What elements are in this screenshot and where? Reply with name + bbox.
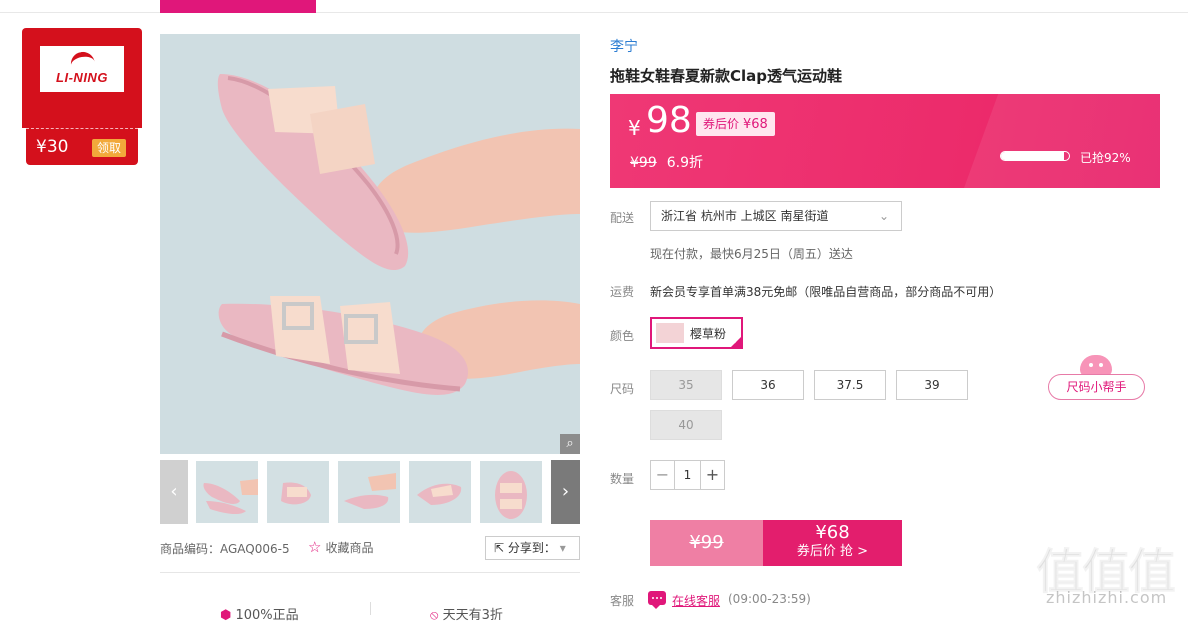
thumbnail[interactable] [409,461,471,523]
original-price-row: ¥99 6.9折 [630,152,703,172]
percent-icon: ⦸ [430,608,443,623]
quantity-value[interactable]: 1 [675,461,700,489]
product-code: 商品编码：AGAQ006-5 [160,542,290,556]
delivery-eta: 现在付款，最快6月25日（周五）送达 [650,247,853,261]
thumbnail[interactable] [267,461,329,523]
caret-down-icon: ▾ [555,541,566,555]
share-dropdown[interactable]: ⇱ 分享到： ▾ [485,536,580,560]
watermark: 值值值 zhizhizhi.com [1035,544,1176,608]
color-label: 颜色 [610,329,635,343]
coupon-action-label: 券后价 抢 > [796,544,869,559]
current-price: 98 [646,100,692,141]
claim-coupon-button[interactable]: 领取 [92,139,126,157]
favorite-button[interactable]: ☆ 收藏商品 [308,538,373,556]
product-title: 拖鞋女鞋春夏新款Clap透气运动鞋 [610,67,843,85]
online-service-link[interactable]: 在线客服 [672,592,720,609]
color-option-label: 樱草粉 [690,327,727,341]
shipping-text: 新会员专享首单满38元免邮（限唯品自营商品，部分商品不可用） [650,285,1002,299]
size-option[interactable]: 40 [650,410,722,440]
chevron-down-icon: ⌄ [878,209,889,223]
star-icon: ☆ [308,538,322,556]
delivery-label: 配送 [610,211,635,225]
currency-symbol: ¥ [628,116,641,140]
share-icon: ⇱ [494,541,508,555]
left-divider [160,572,580,573]
sold-progress-label: 已抢92% [1080,151,1131,165]
thumbnail[interactable] [196,461,258,523]
color-option-selected[interactable]: 樱草粉 ✓ [650,317,743,349]
li-ning-swoosh-icon [68,50,96,68]
thumbnail[interactable] [338,461,400,523]
shipping-label: 运费 [610,285,635,299]
after-coupon-tag: 券后价 ¥68 [696,112,775,136]
sold-progress-bar [1000,151,1070,161]
quantity-stepper[interactable]: − 1 + [650,460,725,490]
buy-original-button[interactable]: ¥99 [650,520,763,566]
minus-button[interactable]: − [651,461,675,489]
address-value: 浙江省 杭州市 上城区 南星街道 [661,209,829,223]
sandals-photo [160,34,580,454]
coupon-amount: ¥30 [36,137,69,157]
size-helper-button[interactable]: 尺码小帮手 [1048,374,1145,400]
promise-divider [370,602,371,615]
promise-discount: ⦸ 天天有3折 [430,608,503,623]
li-ning-logo: LI-NING [40,46,124,92]
brand-coupon: ¥30 领取 [26,128,138,165]
address-selector[interactable]: 浙江省 杭州市 上城区 南星街道 ⌄ [650,201,902,231]
size-option[interactable]: 39 [896,370,968,400]
chevron-left-icon: ‹ [170,481,178,502]
active-tab-indicator [160,0,316,13]
plus-button[interactable]: + [700,461,724,489]
service-hours: (09:00-23:59) [728,592,811,606]
price-panel: ¥ 98 券后价 ¥68 ¥99 6.9折 已抢92% [610,94,1160,188]
thumb-prev-button[interactable]: ‹ [160,460,188,524]
buy-coupon-button[interactable]: ¥68 券后价 抢 > [763,520,902,566]
discount-rate: 6.9折 [666,155,703,171]
zoom-icon[interactable]: ⌕ [560,434,580,454]
brand-header: LI-NING [22,28,142,128]
coupon-price: ¥68 [815,522,850,543]
check-icon: ✓ [732,337,740,347]
brand-coupon-badge[interactable]: LI-NING ¥30 领取 [22,28,142,166]
chevron-right-icon: › [561,481,570,502]
favorite-label: 收藏商品 [325,541,374,555]
share-label: 分享到： [507,541,556,555]
thumbnail[interactable] [480,461,542,523]
product-main-image[interactable] [160,34,580,454]
quantity-label: 数量 [610,472,635,486]
size-option[interactable]: 36 [732,370,804,400]
size-option[interactable]: 37.5 [814,370,886,400]
size-label: 尺码 [610,382,635,396]
size-option[interactable]: 35 [650,370,722,400]
promise-authentic: ⬢ 100%正品 [220,608,299,623]
brand-link[interactable]: 李宁 [610,36,638,56]
logo-text: LI-NING [56,70,108,85]
color-swatch [656,323,684,343]
chat-icon [648,591,666,609]
thumb-next-button[interactable]: › [551,460,580,524]
original-price: ¥99 [630,155,657,171]
service-label: 客服 [610,594,635,608]
shield-icon: ⬢ [220,608,236,623]
